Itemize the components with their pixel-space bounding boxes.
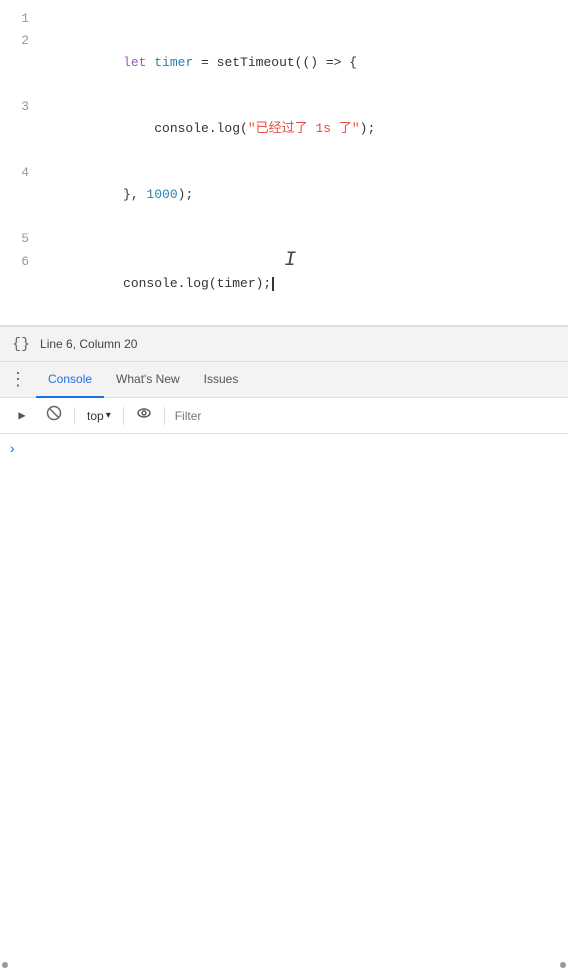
console-toolbar: ▶ top ▾ bbox=[0, 398, 568, 434]
resize-handles bbox=[0, 962, 568, 968]
line-content-4: }, 1000); bbox=[45, 162, 193, 228]
line-number-3: 3 bbox=[0, 96, 45, 118]
toolbar-divider-2 bbox=[123, 407, 124, 425]
tabs-menu-button[interactable]: ⋮ bbox=[4, 366, 32, 394]
console-prompt-line: › bbox=[0, 438, 568, 462]
play-icon: ▶ bbox=[18, 408, 25, 423]
three-dots-icon: ⋮ bbox=[9, 369, 27, 391]
tab-whats-new[interactable]: What's New bbox=[104, 362, 192, 398]
console-content: › bbox=[0, 434, 568, 978]
execute-button[interactable]: ▶ bbox=[8, 402, 36, 430]
line-content-2: let timer = setTimeout(() => { bbox=[45, 30, 357, 96]
context-label: top bbox=[87, 409, 104, 423]
tab-issues-label: Issues bbox=[204, 372, 239, 386]
toolbar-divider-3 bbox=[164, 407, 165, 425]
code-line-6: 6 console.log(timer); I bbox=[0, 250, 568, 317]
braces-icon: {} bbox=[12, 336, 30, 353]
eye-button[interactable] bbox=[130, 402, 158, 430]
clear-errors-button[interactable] bbox=[40, 402, 68, 430]
line-content-3: console.log("已经过了 1s 了"); bbox=[45, 96, 375, 162]
filter-container bbox=[175, 409, 560, 423]
filter-input[interactable] bbox=[175, 409, 560, 423]
code-lines: 1 2 let timer = setTimeout(() => { 3 con… bbox=[0, 0, 568, 325]
tab-issues[interactable]: Issues bbox=[192, 362, 251, 398]
code-editor: 1 2 let timer = setTimeout(() => { 3 con… bbox=[0, 0, 568, 326]
line-number-5: 5 bbox=[0, 228, 45, 250]
code-line-4: 4 }, 1000); bbox=[0, 162, 568, 228]
code-line-2: 2 let timer = setTimeout(() => { bbox=[0, 30, 568, 96]
context-selector[interactable]: top ▾ bbox=[81, 407, 117, 425]
prompt-arrow-icon: › bbox=[8, 442, 16, 458]
code-line-3: 3 console.log("已经过了 1s 了"); bbox=[0, 96, 568, 162]
tab-whats-new-label: What's New bbox=[116, 372, 180, 386]
cursor-i-beam: I bbox=[284, 250, 296, 272]
tab-console[interactable]: Console bbox=[36, 362, 104, 398]
line-content-6: console.log(timer); bbox=[45, 251, 274, 317]
line-number-2: 2 bbox=[0, 30, 45, 52]
tabs-bar: ⋮ Console What's New Issues bbox=[0, 362, 568, 398]
line-number-4: 4 bbox=[0, 162, 45, 184]
line-number-6: 6 bbox=[0, 251, 45, 273]
status-bar: {} Line 6, Column 20 bbox=[0, 326, 568, 362]
resize-dot-left bbox=[2, 962, 8, 968]
devtools-panel: 1 2 let timer = setTimeout(() => { 3 con… bbox=[0, 0, 568, 978]
cursor-position: Line 6, Column 20 bbox=[40, 337, 137, 351]
code-line-5: 5 bbox=[0, 228, 568, 250]
chevron-down-icon: ▾ bbox=[106, 410, 111, 421]
line-number-1: 1 bbox=[0, 8, 45, 30]
block-icon bbox=[46, 405, 62, 426]
code-line-1: 1 bbox=[0, 8, 568, 30]
eye-icon bbox=[136, 405, 152, 426]
toolbar-divider-1 bbox=[74, 407, 75, 425]
tab-console-label: Console bbox=[48, 372, 92, 386]
resize-dot-right bbox=[560, 962, 566, 968]
